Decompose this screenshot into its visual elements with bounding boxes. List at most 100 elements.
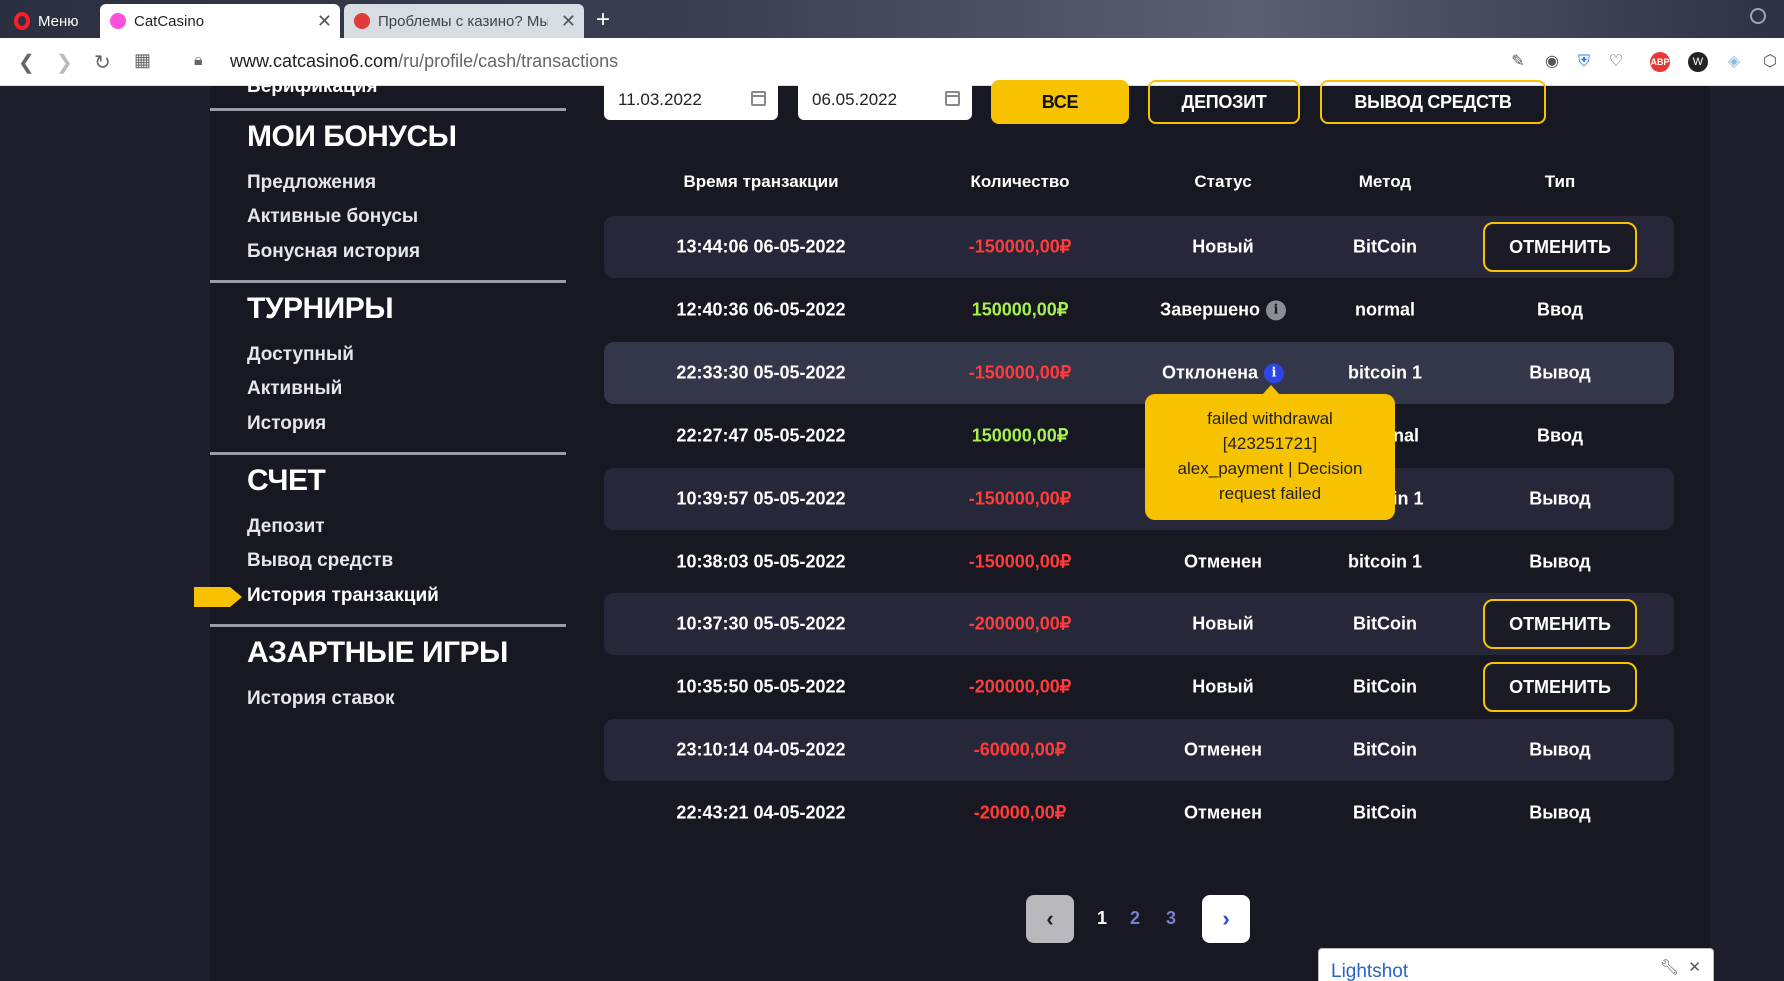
pagination-page-1[interactable]: 1 <box>1097 908 1107 929</box>
cell-status: Отклонена i <box>1162 362 1285 384</box>
sidebar-item-history[interactable]: История <box>247 413 326 435</box>
pagination-next-button[interactable]: › <box>1202 895 1250 943</box>
calendar-icon[interactable] <box>945 91 960 106</box>
column-header-status: Статус <box>1194 172 1252 191</box>
cell-time: 13:44:06 06-05-2022 <box>676 236 846 257</box>
forward-icon[interactable]: ❯ <box>56 50 73 75</box>
wrench-icon[interactable]: 🔧︎ <box>1660 958 1679 976</box>
url-host: www.catcasino6.com <box>230 51 399 71</box>
camera-icon[interactable]: ◉ <box>1542 52 1562 72</box>
cell-time: 10:35:50 05-05-2022 <box>676 676 846 697</box>
pagination-page-3[interactable]: 3 <box>1166 908 1176 929</box>
extensions-icon[interactable]: ⬡ <box>1760 52 1780 72</box>
speed-dial-icon[interactable]: ▦ <box>134 50 151 71</box>
cell-amount: -150000,00₽ <box>968 236 1072 257</box>
page-body: Верификация МОИ БОНУСЫ Предложения Актив… <box>0 76 1784 981</box>
table-row: 13:44:06 06-05-2022 -150000,00₽ Новый Bi… <box>604 216 1674 278</box>
cell-method: BitCoin <box>1353 739 1417 760</box>
table-row: 22:27:47 05-05-2022 150000,00₽ nal Ввод <box>604 405 1674 467</box>
extension-cube-icon[interactable]: ◈ <box>1724 52 1744 72</box>
sidebar-item-active[interactable]: Активный <box>247 378 342 400</box>
cell-amount: -150000,00₽ <box>968 362 1072 383</box>
tab-catcasino[interactable]: CatCasino ✕ <box>100 4 340 38</box>
cell-method: bitcoin 1 <box>1347 362 1423 383</box>
status-tooltip: failed withdrawal [423251721] alex_payme… <box>1145 385 1395 520</box>
snapshot-edit-icon[interactable]: ✎ <box>1508 52 1528 72</box>
sidebar-item-offers[interactable]: Предложения <box>247 172 376 194</box>
back-icon[interactable]: ❮ <box>18 50 35 75</box>
close-tab-icon[interactable]: ✕ <box>317 11 332 32</box>
heart-icon[interactable]: ♡ <box>1606 52 1626 72</box>
table-row: 10:35:50 05-05-2022 -200000,00₽ Новый Bi… <box>604 656 1674 718</box>
date-from-field[interactable]: 11.03.2022 <box>604 80 778 120</box>
cell-method: nal <box>1392 425 1420 446</box>
cell-method: BitCoin <box>1353 802 1417 823</box>
section-title-tournaments: ТУРНИРЫ <box>247 292 394 325</box>
table-row: 12:40:36 06-05-2022 150000,00₽ Завершено… <box>604 279 1674 341</box>
tooltip-line: [423251721] <box>1222 434 1318 453</box>
pagination-page-2[interactable]: 2 <box>1130 908 1140 929</box>
cell-amount: -60000,00₽ <box>973 739 1067 760</box>
table-row: 10:39:57 05-05-2022 -150000,00₽ in 1 Выв… <box>604 468 1674 530</box>
extension-w-icon[interactable]: W <box>1688 52 1708 72</box>
filter-deposit-button[interactable]: ДЕПОЗИТ <box>1148 80 1300 124</box>
sidebar-item-bonus-history[interactable]: Бонусная история <box>247 241 420 263</box>
cancel-transaction-button[interactable]: ОТМЕНИТЬ <box>1483 662 1637 712</box>
cancel-transaction-button[interactable]: ОТМЕНИТЬ <box>1483 599 1637 649</box>
new-tab-button[interactable]: + <box>596 6 610 34</box>
date-to-field[interactable]: 06.05.2022 <box>798 80 972 120</box>
chevron-left-icon: ‹ <box>1046 906 1054 931</box>
cell-time: 12:40:36 06-05-2022 <box>676 299 846 320</box>
tooltip-line: alex_payment | Decision <box>1177 459 1363 478</box>
cell-time: 22:43:21 04-05-2022 <box>676 802 846 823</box>
sidebar-item-deposit[interactable]: Депозит <box>247 516 325 538</box>
sidebar-item-active-bonuses[interactable]: Активные бонусы <box>247 206 418 228</box>
calendar-icon[interactable] <box>751 91 766 106</box>
tab-title: Проблемы с казино? Мы <box>378 12 548 30</box>
table-row: 23:10:14 04-05-2022 -60000,00₽ Отменен B… <box>604 719 1674 781</box>
cell-amount: -200000,00₽ <box>968 613 1072 634</box>
cell-amount: -200000,00₽ <box>968 676 1072 697</box>
close-tab-icon[interactable]: ✕ <box>561 11 576 32</box>
casino-favicon-icon <box>354 13 370 29</box>
cell-type: Ввод <box>1536 299 1584 320</box>
cell-amount: 150000,00₽ <box>971 425 1069 446</box>
info-icon[interactable]: i <box>1266 300 1287 321</box>
pagination-prev-button[interactable]: ‹ <box>1026 895 1074 943</box>
close-icon[interactable]: ✕ <box>1688 958 1701 976</box>
cancel-transaction-button[interactable]: ОТМЕНИТЬ <box>1483 222 1637 272</box>
cell-amount: -150000,00₽ <box>968 551 1072 572</box>
reload-icon[interactable]: ↻ <box>94 50 111 75</box>
table-row: 10:37:30 05-05-2022 -200000,00₽ Новый Bi… <box>604 593 1674 655</box>
opera-menu-button[interactable]: Меню <box>4 4 96 38</box>
opera-logo-icon <box>14 12 30 30</box>
cell-status: Отменен <box>1184 551 1262 572</box>
lightshot-title: Lightshot <box>1331 961 1409 981</box>
section-title-bonuses: МОИ БОНУСЫ <box>247 120 457 153</box>
info-icon[interactable]: i <box>1264 363 1285 384</box>
sidebar-item-withdraw[interactable]: Вывод средств <box>247 550 393 572</box>
url-path: /ru/profile/cash/transactions <box>398 51 619 71</box>
cell-type: Вывод <box>1529 488 1591 509</box>
tab-search-icon[interactable] <box>1750 8 1766 24</box>
column-header-method: Метод <box>1358 172 1412 191</box>
sidebar-item-transaction-history[interactable]: История транзакций <box>247 585 439 607</box>
sidebar-item-available[interactable]: Доступный <box>247 344 354 366</box>
tab-problems[interactable]: Проблемы с казино? Мы ✕ <box>344 4 584 38</box>
sidebar-item-verification[interactable]: Верификация <box>247 76 377 98</box>
cell-amount: -150000,00₽ <box>968 488 1072 509</box>
sidebar-item-bet-history[interactable]: История ставок <box>247 688 395 710</box>
section-title-account: СЧЕТ <box>247 464 326 497</box>
shield-icon[interactable]: ⛨ <box>1574 52 1594 72</box>
cell-type: Вывод <box>1529 362 1591 383</box>
filter-all-button[interactable]: ВСЕ <box>991 80 1129 124</box>
tab-title: CatCasino <box>134 12 205 30</box>
filter-withdraw-button[interactable]: ВЫВОД СРЕДСТВ <box>1320 80 1546 124</box>
url-field[interactable]: www.catcasino6.com/ru/profile/cash/trans… <box>230 51 618 72</box>
adblock-icon[interactable]: ABP <box>1650 52 1670 72</box>
cell-type: Вывод <box>1529 802 1591 823</box>
tooltip-line: request failed <box>1218 484 1322 503</box>
table-row: 22:43:21 04-05-2022 -20000,00₽ Отменен B… <box>604 782 1674 844</box>
catcasino-favicon-icon <box>110 13 126 29</box>
cell-time: 10:37:30 05-05-2022 <box>676 613 846 634</box>
